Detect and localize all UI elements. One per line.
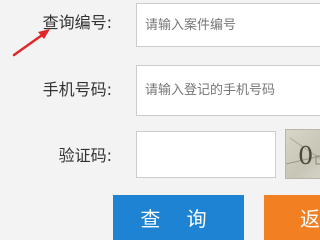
captcha-image-text: 0 <box>298 142 316 170</box>
red-arrow-icon <box>12 29 50 57</box>
captcha-input[interactable] <box>145 147 275 162</box>
captcha-label: 验证码: <box>58 146 112 165</box>
phone-number-field[interactable] <box>136 65 320 116</box>
query-number-field[interactable] <box>136 3 320 47</box>
query-button[interactable]: 查 询 <box>113 195 244 240</box>
case-query-form: 查询编号: 手机号码: 验证码: 0 查 询 返 <box>0 0 320 240</box>
captcha-image[interactable]: 0 <box>285 129 320 179</box>
phone-number-input[interactable] <box>145 83 320 98</box>
query-number-input[interactable] <box>145 17 320 33</box>
captcha-field[interactable] <box>136 131 276 178</box>
phone-number-label: 手机号码: <box>42 80 112 99</box>
back-button[interactable]: 返 <box>264 195 320 240</box>
